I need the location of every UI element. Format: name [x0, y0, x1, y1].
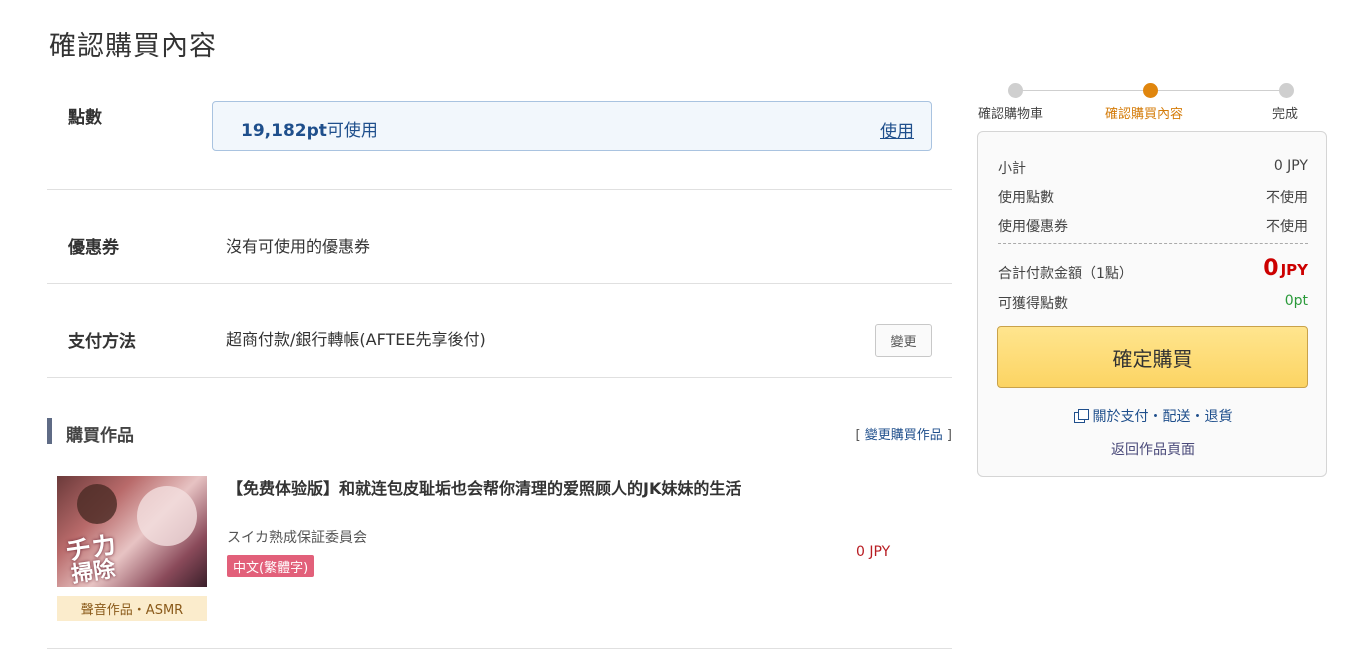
earn-row: 可獲得點數 0pt — [998, 293, 1308, 313]
coupon-label: 優惠券 — [68, 238, 119, 258]
product-category-tag: 聲音作品・ASMR — [57, 596, 207, 621]
coupon-used-row: 使用優惠券 不使用 — [998, 216, 1308, 236]
points-suffix: 可使用 — [326, 121, 378, 141]
total-amount: 0 JPY — [1263, 256, 1308, 281]
product-price: 0 JPY — [856, 544, 891, 560]
subtotal-value: 0 JPY — [1273, 158, 1308, 174]
earn-value: 0pt — [1284, 293, 1308, 309]
points-box: 19,182pt可使用 使用 — [212, 101, 932, 151]
order-summary: 小計 0 JPY 使用點數 不使用 使用優惠券 不使用 合計付款金額（1點） 0… — [977, 131, 1327, 477]
works-section-header: 購買作品 [ 變更購買作品 ] — [47, 418, 952, 446]
payment-label: 支付方法 — [68, 332, 136, 352]
divider — [47, 377, 952, 378]
step-connector — [1157, 90, 1283, 91]
change-works-label: 變更購買作品 — [864, 428, 943, 443]
coupon-value: 沒有可使用的優惠券 — [226, 237, 371, 256]
cover-title-text: 掃除 — [69, 557, 117, 587]
total-label: 合計付款金額（1點） — [998, 266, 1133, 282]
back-to-product-link[interactable]: 返回作品頁面 — [978, 439, 1328, 459]
page-title: 確認購買內容 — [49, 31, 217, 62]
points-label: 點數 — [68, 108, 102, 128]
subtotal-label: 小計 — [998, 161, 1026, 177]
language-badge: 中文(繁體字) — [227, 555, 315, 577]
checkout-steps: 確認購物車 確認購買內容 完成 — [977, 82, 1327, 122]
total-currency: JPY — [1280, 261, 1308, 279]
points-amount: 19,182pt — [241, 121, 327, 141]
divider — [47, 648, 952, 649]
external-window-icon — [1073, 409, 1089, 423]
confirm-purchase-button[interactable]: 確定購買 — [997, 326, 1308, 388]
points-used-label: 使用點數 — [998, 190, 1054, 206]
step-label-confirm: 確認購買內容 — [1105, 107, 1184, 122]
step-label-cart: 確認購物車 — [978, 107, 1044, 122]
cover-shape — [77, 484, 117, 524]
change-works-link[interactable]: [ 變更購買作品 ] — [856, 424, 952, 443]
use-points-link[interactable]: 使用 — [880, 117, 914, 142]
section-marker — [47, 418, 52, 444]
subtotal-row: 小計 0 JPY — [998, 158, 1308, 178]
bracket-open: [ — [855, 428, 861, 443]
summary-divider — [998, 243, 1308, 244]
points-used-row: 使用點數 不使用 — [998, 187, 1308, 207]
bracket-close: ] — [946, 428, 952, 443]
product-title[interactable]: 【免费体验版】和就连包皮耻垢也会帮你清理的爱照顾人的JK妹妹的生活 — [227, 477, 787, 500]
step-dot-cart — [1008, 83, 1023, 98]
divider — [47, 189, 952, 190]
coupon-used-value: 不使用 — [1266, 219, 1308, 235]
points-used-value: 不使用 — [1266, 190, 1308, 206]
total-number: 0 — [1263, 256, 1279, 281]
step-dot-complete — [1279, 83, 1294, 98]
divider — [47, 283, 952, 284]
cover-shape — [137, 486, 197, 546]
points-available: 19,182pt可使用 — [241, 116, 378, 141]
total-row: 合計付款金額（1點） 0 JPY — [998, 256, 1308, 283]
step-dot-confirm — [1143, 83, 1158, 98]
product-circle[interactable]: スイカ熟成保証委員会 — [227, 527, 367, 547]
payment-help-label: 關於支付・配送・退貨 — [1092, 409, 1233, 425]
product-cover-image[interactable]: チカ 掃除 — [57, 476, 207, 587]
step-label-complete: 完成 — [1272, 107, 1299, 122]
change-payment-button[interactable]: 變更 — [875, 324, 932, 357]
earn-label: 可獲得點數 — [998, 296, 1068, 312]
works-section-title: 購買作品 — [66, 426, 134, 446]
coupon-used-label: 使用優惠券 — [998, 219, 1068, 235]
payment-value: 超商付款/銀行轉帳(AFTEE先享後付) — [226, 330, 486, 349]
step-connector — [1015, 90, 1145, 91]
payment-help-link[interactable]: 關於支付・配送・退貨 — [978, 406, 1328, 426]
